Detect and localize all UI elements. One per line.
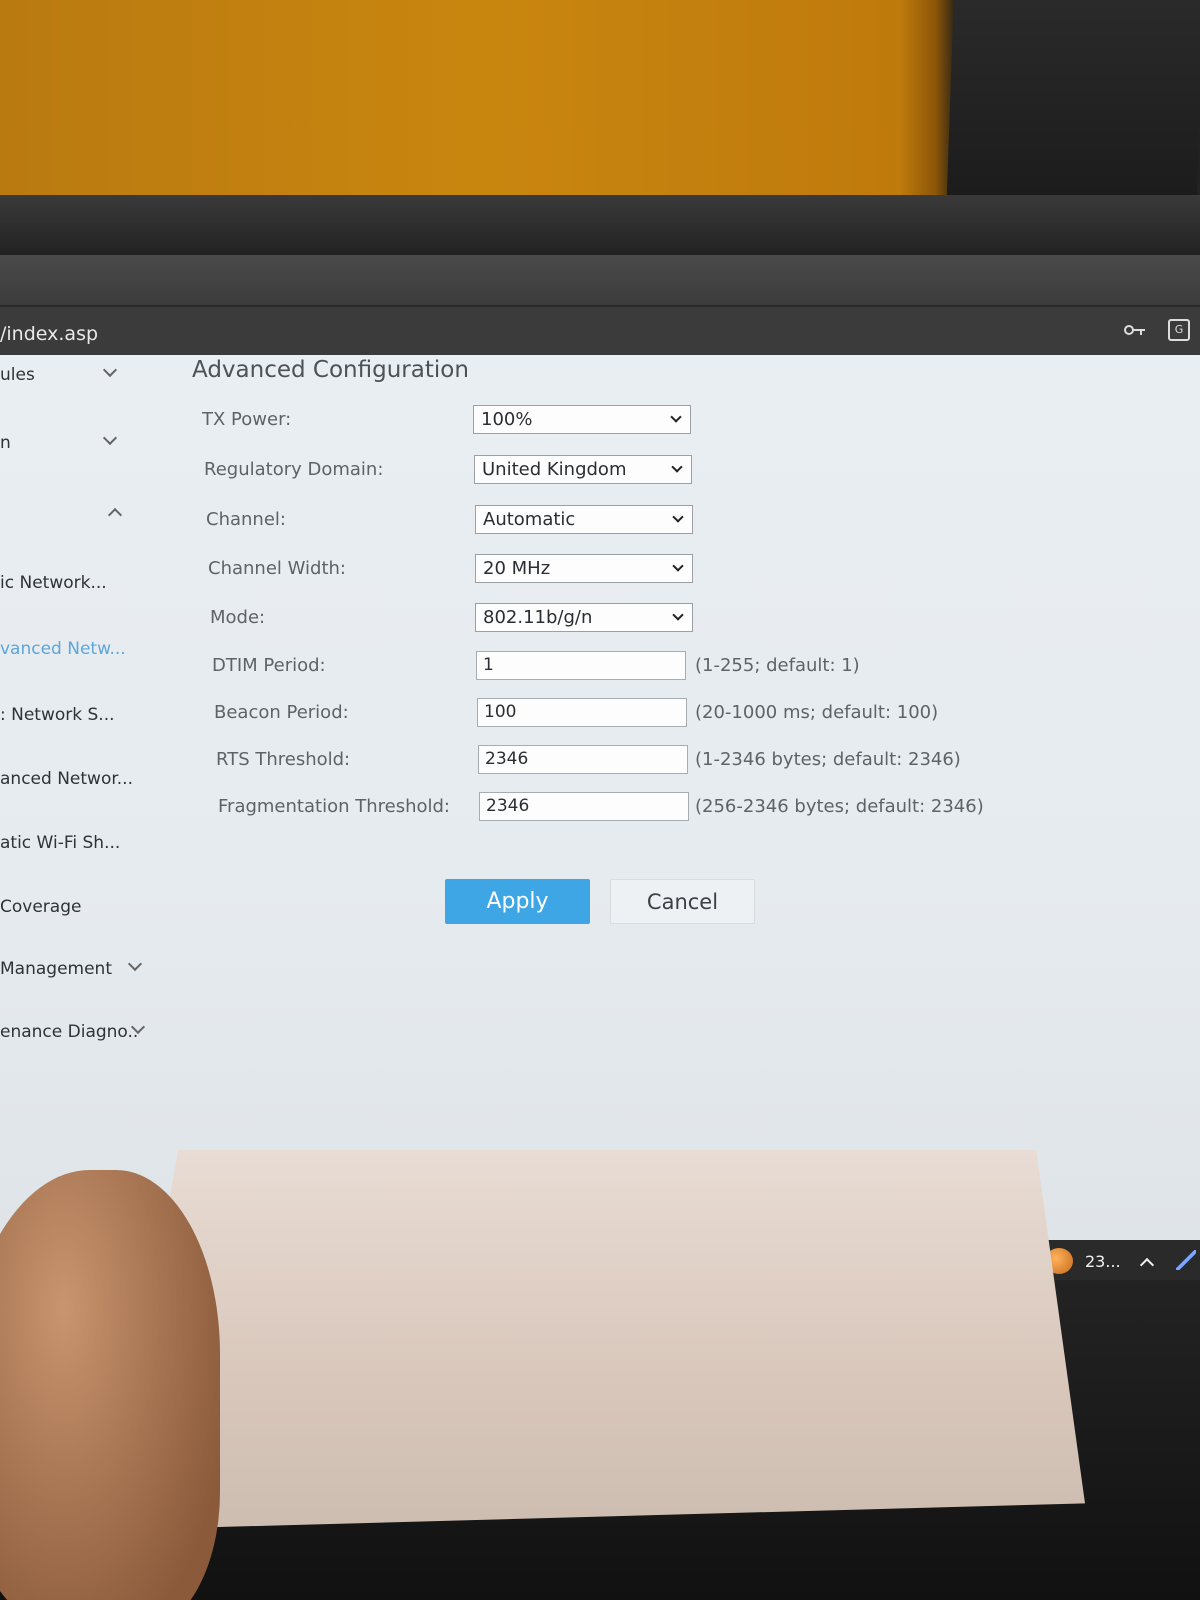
- mode-select[interactable]: 802.11b/g/n: [475, 603, 693, 632]
- dtim-label: DTIM Period:: [212, 655, 326, 676]
- sidebar-item-advanced-network[interactable]: vanced Netw...: [0, 639, 126, 659]
- frag-input[interactable]: 2346: [479, 792, 689, 821]
- mode-row: Mode:: [210, 603, 510, 633]
- dtim-row: DTIM Period:: [212, 651, 512, 681]
- chevron-down-icon: [670, 411, 682, 423]
- channel-width-row: Channel Width:: [208, 554, 508, 584]
- key-icon[interactable]: [1124, 323, 1146, 337]
- channel-width-label: Channel Width:: [208, 558, 346, 579]
- chevron-down-icon[interactable]: [102, 362, 118, 378]
- sidebar-item-label: ic Network...: [0, 573, 107, 593]
- cancel-button[interactable]: Cancel: [610, 879, 755, 924]
- chevron-down-icon: [672, 511, 684, 523]
- regulatory-label: Regulatory Domain:: [204, 459, 384, 480]
- mode-label: Mode:: [210, 607, 266, 628]
- beacon-row: Beacon Period:: [214, 698, 514, 728]
- channel-value: Automatic: [483, 509, 576, 530]
- regulatory-row: Regulatory Domain:: [204, 455, 504, 485]
- chevron-down-icon[interactable]: [102, 430, 118, 446]
- frag-hint: (256-2346 bytes; default: 2346): [695, 796, 984, 817]
- apply-button[interactable]: Apply: [445, 879, 590, 924]
- channel-label: Channel:: [206, 509, 286, 530]
- tx-power-select[interactable]: 100%: [473, 405, 691, 434]
- beacon-label: Beacon Period:: [214, 702, 349, 723]
- sidebar-item-label: anced Networ...: [0, 769, 133, 789]
- tray-text[interactable]: 23...: [1085, 1252, 1121, 1271]
- router-admin-page: ules n ic Network... vanced Netw... : Ne…: [0, 355, 1200, 1240]
- dtim-hint: (1-255; default: 1): [695, 655, 860, 676]
- regulatory-select[interactable]: United Kingdom: [474, 455, 692, 484]
- beacon-hint: (20-1000 ms; default: 100): [695, 702, 939, 723]
- monitor-bezel-top: [0, 195, 1200, 255]
- regulatory-value: United Kingdom: [482, 459, 627, 480]
- mode-value: 802.11b/g/n: [483, 607, 593, 628]
- tx-power-value: 100%: [481, 409, 533, 430]
- sidebar-item-label: vanced Netw...: [0, 639, 126, 659]
- sidebar-item-section[interactable]: n: [0, 433, 11, 453]
- rts-label: RTS Threshold:: [216, 749, 351, 770]
- chevron-down-icon: [672, 609, 684, 621]
- sidebar-item-modules[interactable]: ules: [0, 365, 35, 385]
- sidebar-item-maintenance-diagnosis[interactable]: enance Diagno..: [0, 1022, 138, 1042]
- browser-tab-bar: [0, 255, 1200, 307]
- pen-icon[interactable]: [1176, 1250, 1196, 1270]
- chevron-down-icon[interactable]: [127, 956, 143, 972]
- sidebar-item-label: Coverage: [0, 897, 82, 917]
- address-bar[interactable]: /index.asp G: [0, 307, 1200, 355]
- page-title: Advanced Configuration: [192, 357, 469, 383]
- chevron-down-icon: [672, 560, 684, 572]
- sidebar-item-basic-network[interactable]: ic Network...: [0, 573, 107, 593]
- rts-hint: (1-2346 bytes; default: 2346): [695, 749, 961, 770]
- dtim-input[interactable]: 1: [476, 651, 686, 680]
- translate-icon[interactable]: G: [1168, 319, 1190, 341]
- sidebar-item-label: enance Diagno..: [0, 1022, 139, 1042]
- frag-row: Fragmentation Threshold:: [218, 792, 518, 822]
- sidebar-item-label: atic Wi-Fi Sh...: [0, 833, 121, 853]
- beacon-input[interactable]: 100: [477, 698, 687, 727]
- tx-power-label: TX Power:: [202, 409, 292, 430]
- channel-width-value: 20 MHz: [483, 558, 551, 579]
- background-monitor: [946, 0, 1200, 210]
- frag-label: Fragmentation Threshold:: [218, 796, 450, 817]
- chevron-down-icon: [671, 461, 683, 473]
- sidebar-item-management[interactable]: Management: [0, 959, 112, 979]
- paper-sheet: [110, 1150, 1085, 1530]
- sidebar-item-network-security[interactable]: : Network S...: [0, 705, 115, 725]
- sidebar-item-automatic-wifi-sharing[interactable]: atic Wi-Fi Sh...: [0, 833, 120, 853]
- chevron-up-icon[interactable]: [107, 507, 123, 523]
- sidebar-item-coverage[interactable]: Coverage: [0, 897, 81, 917]
- sidebar-item-label: : Network S...: [0, 705, 115, 725]
- sidebar-item-label: ules: [0, 365, 35, 385]
- sidebar-item-label: Management: [0, 959, 112, 979]
- channel-row: Channel:: [206, 505, 506, 535]
- rts-input[interactable]: 2346: [478, 745, 688, 774]
- hand: [0, 1170, 220, 1600]
- sidebar: ules n ic Network... vanced Netw... : Ne…: [0, 355, 160, 1240]
- channel-select[interactable]: Automatic: [475, 505, 693, 534]
- rts-row: RTS Threshold:: [216, 745, 516, 775]
- sidebar-item-enhanced-network[interactable]: anced Networ...: [0, 769, 133, 789]
- url-text[interactable]: /index.asp: [0, 323, 98, 345]
- channel-width-select[interactable]: 20 MHz: [475, 554, 693, 583]
- sidebar-item-label: n: [0, 433, 11, 453]
